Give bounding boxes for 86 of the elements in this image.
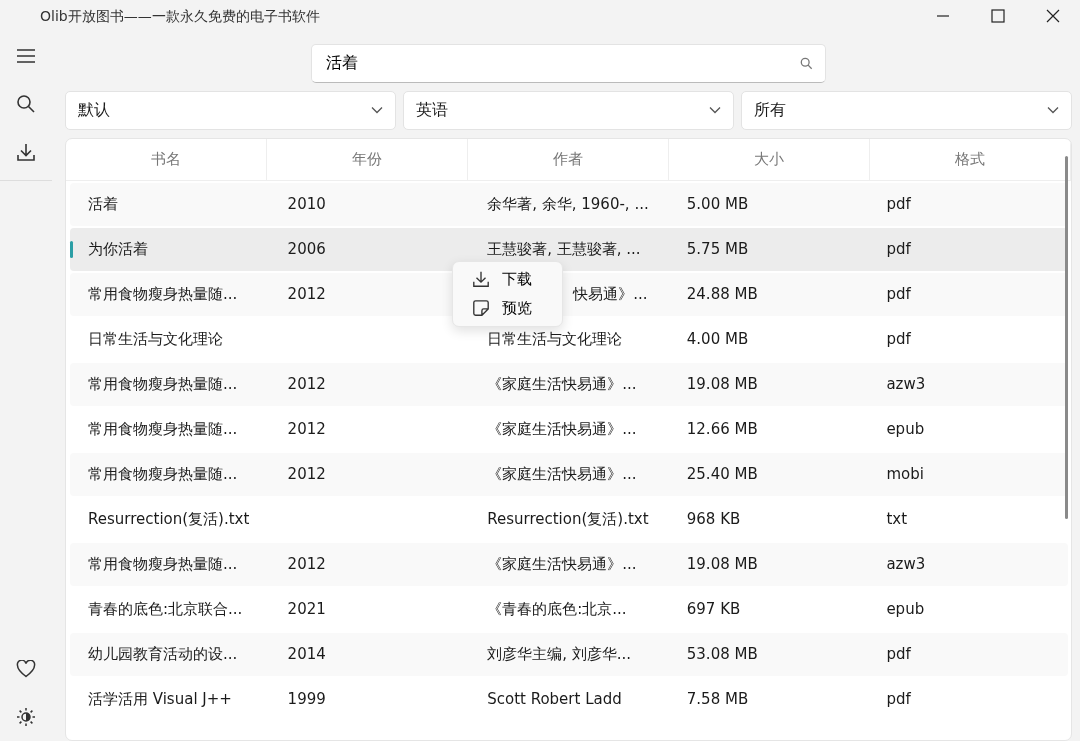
table-cell: epub xyxy=(886,420,925,439)
table-cell: 4.00 MB xyxy=(686,330,749,349)
download-icon xyxy=(16,142,36,162)
download-icon xyxy=(472,270,490,289)
window-title: Olib开放图书——一款永久免费的电子书软件 xyxy=(39,6,321,26)
table-cell: 12.66 MB xyxy=(686,420,758,439)
table-cell: azw3 xyxy=(886,555,926,574)
table-cell: 2021 xyxy=(287,600,326,619)
table-cell: 常用食物瘦身热量随... xyxy=(88,465,238,484)
table-cell: 2014 xyxy=(287,645,326,664)
chevron-down-icon xyxy=(370,106,383,115)
note-icon xyxy=(472,299,490,318)
table-cell: 《家庭生活快易通》... xyxy=(487,420,637,439)
menu-icon xyxy=(16,48,36,64)
table-cell: 2012 xyxy=(287,465,326,484)
table-cell: Scott Robert Ladd xyxy=(487,690,622,709)
table-cell: 2012 xyxy=(287,555,326,574)
filter-dropdown[interactable]: 默认 xyxy=(65,90,396,130)
column-header[interactable]: 作者 xyxy=(468,138,669,180)
table-cell: 为你活着 xyxy=(88,240,148,259)
table-cell: 7.58 MB xyxy=(686,690,749,709)
table-cell: pdf xyxy=(886,690,911,709)
table-cell: 53.08 MB xyxy=(686,645,758,664)
table-cell: 活学活用 Visual J++ xyxy=(88,690,232,709)
scrollbar[interactable] xyxy=(1065,155,1068,519)
table-cell: 968 KB xyxy=(686,510,741,529)
table-cell: 常用食物瘦身热量随... xyxy=(88,375,238,394)
filter-dropdown[interactable]: 所有 xyxy=(741,90,1072,130)
table-cell: azw3 xyxy=(886,375,926,394)
table-cell: 快易通》... xyxy=(573,285,648,304)
table-cell: 2010 xyxy=(287,195,326,214)
table-cell: 常用食物瘦身热量随... xyxy=(88,285,238,304)
column-header[interactable]: 大小 xyxy=(669,138,870,180)
table-cell: 5.00 MB xyxy=(686,195,749,214)
table-cell: 青春的底色:北京联合... xyxy=(88,600,243,619)
search-icon xyxy=(800,56,813,70)
table-row[interactable]: 常用食物瘦身热量随... 2012 《家庭生活快易通》... 19.08 MB azw3 xyxy=(70,362,1068,406)
table-cell: 王慧骏著, 王慧骏著, ... xyxy=(487,240,641,259)
table-cell: 常用食物瘦身热量随... xyxy=(88,420,238,439)
table-cell: Resurrection(复活).txt xyxy=(88,510,250,529)
table-cell: 《家庭生活快易通》... xyxy=(487,555,637,574)
brightness-icon xyxy=(16,707,36,727)
table-cell: txt xyxy=(886,510,907,529)
table-row[interactable]: 幼儿园教育活动的设... 2014 刘彦华主编, 刘彦华... 53.08 MB pdf xyxy=(70,632,1068,676)
table-cell: 日常生活与文化理论 xyxy=(88,330,223,349)
close-icon xyxy=(1045,9,1060,23)
selection-indicator xyxy=(70,240,73,258)
table-cell: 697 KB xyxy=(686,600,741,619)
table-cell: 19.08 MB xyxy=(686,375,758,394)
table-cell: 刘彦华主编, 刘彦华... xyxy=(487,645,632,664)
table-cell: 2012 xyxy=(287,420,326,439)
chevron-down-icon xyxy=(708,106,721,115)
table-row[interactable]: 常用食物瘦身热量随... 2012 《家庭生活快易通》... 19.08 MB azw3 xyxy=(70,542,1068,586)
column-header[interactable]: 年份 xyxy=(267,138,468,180)
table-cell: pdf xyxy=(886,330,911,349)
table-cell: 《家庭生活快易通》... xyxy=(487,465,637,484)
table-cell: pdf xyxy=(886,240,911,259)
table-cell: 日常生活与文化理论 xyxy=(487,330,623,349)
table-cell: 余华著, 余华, 1960-, ... xyxy=(487,195,649,214)
chevron-down-icon xyxy=(1047,106,1059,115)
table-row[interactable]: 常用食物瘦身热量随... 2012 《家庭生活快易通》... 25.40 MB mobi xyxy=(70,452,1068,496)
table-cell: pdf xyxy=(886,195,911,214)
table-cell: 19.08 MB xyxy=(686,555,758,574)
table-cell: pdf xyxy=(886,285,911,304)
table-cell: Resurrection(复活).txt xyxy=(487,510,649,529)
table-cell: 《家庭生活快易通》... xyxy=(487,375,637,394)
table-cell: 24.88 MB xyxy=(686,285,758,304)
table-cell: 《青春的底色:北京... xyxy=(487,600,627,619)
table-cell: 5.75 MB xyxy=(686,240,749,259)
table-cell: pdf xyxy=(886,645,911,664)
column-header[interactable]: 书名 xyxy=(66,138,267,180)
search-icon xyxy=(16,94,36,114)
table-cell: epub xyxy=(886,600,925,619)
table-cell: 1999 xyxy=(287,690,326,709)
table-cell: 2012 xyxy=(287,285,326,304)
table-cell: 常用食物瘦身热量随... xyxy=(88,555,238,574)
table-cell: 活着 xyxy=(88,195,118,214)
table-row[interactable]: 活着 2010 余华著, 余华, 1960-, ... 5.00 MB pdf xyxy=(70,182,1068,226)
table-cell: 幼儿园教育活动的设... xyxy=(88,645,238,664)
table-cell: mobi xyxy=(886,465,924,484)
table-cell: 25.40 MB xyxy=(686,465,758,484)
table-cell: 2012 xyxy=(287,375,326,394)
filter-dropdown[interactable]: 英语 xyxy=(403,90,734,130)
heart-icon xyxy=(16,660,36,678)
maximize-icon xyxy=(990,9,1005,23)
table-cell: 2006 xyxy=(287,240,326,259)
